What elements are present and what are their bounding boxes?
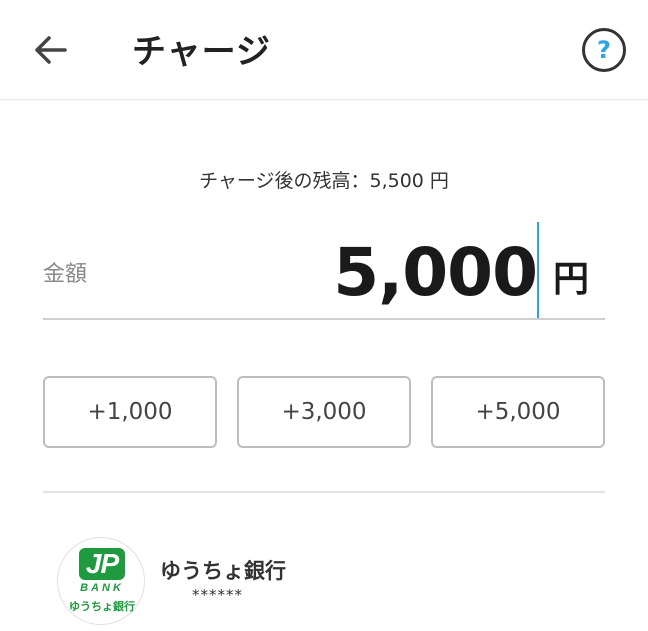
help-button[interactable]: ? <box>582 28 626 72</box>
page-title: チャージ <box>132 32 271 72</box>
bank-logo: JP BANK ゆうちょ銀行 <box>57 537 145 625</box>
amount-unit: 円 <box>552 259 589 300</box>
bank-name[interactable]: ゆうちょ銀行 <box>160 555 286 585</box>
question-circle-icon: ? <box>597 36 611 64</box>
add-1000-button[interactable]: +1,000 <box>43 376 217 448</box>
back-button[interactable] <box>30 30 70 70</box>
text-cursor <box>537 222 539 318</box>
divider <box>43 491 605 493</box>
amount-field[interactable]: 金額 5,000 円 <box>43 222 605 320</box>
quick-add-buttons: +1,000 +3,000 +5,000 <box>43 376 605 448</box>
amount-label: 金額 <box>43 262 88 287</box>
balance-after-charge: チャージ後の残高：5,500 円 <box>199 170 449 192</box>
add-5000-button[interactable]: +5,000 <box>431 376 605 448</box>
arrow-left-icon <box>35 36 67 64</box>
app-header: チャージ ? <box>0 0 648 100</box>
amount-value: 5,000 <box>333 234 538 311</box>
bank-account-number: ****** <box>192 586 243 604</box>
bank-logo-sub: BANK <box>80 582 124 594</box>
bank-logo-name: ゆうちょ銀行 <box>69 600 135 613</box>
add-3000-button[interactable]: +3,000 <box>237 376 411 448</box>
bank-logo-mark: JP <box>79 548 125 580</box>
